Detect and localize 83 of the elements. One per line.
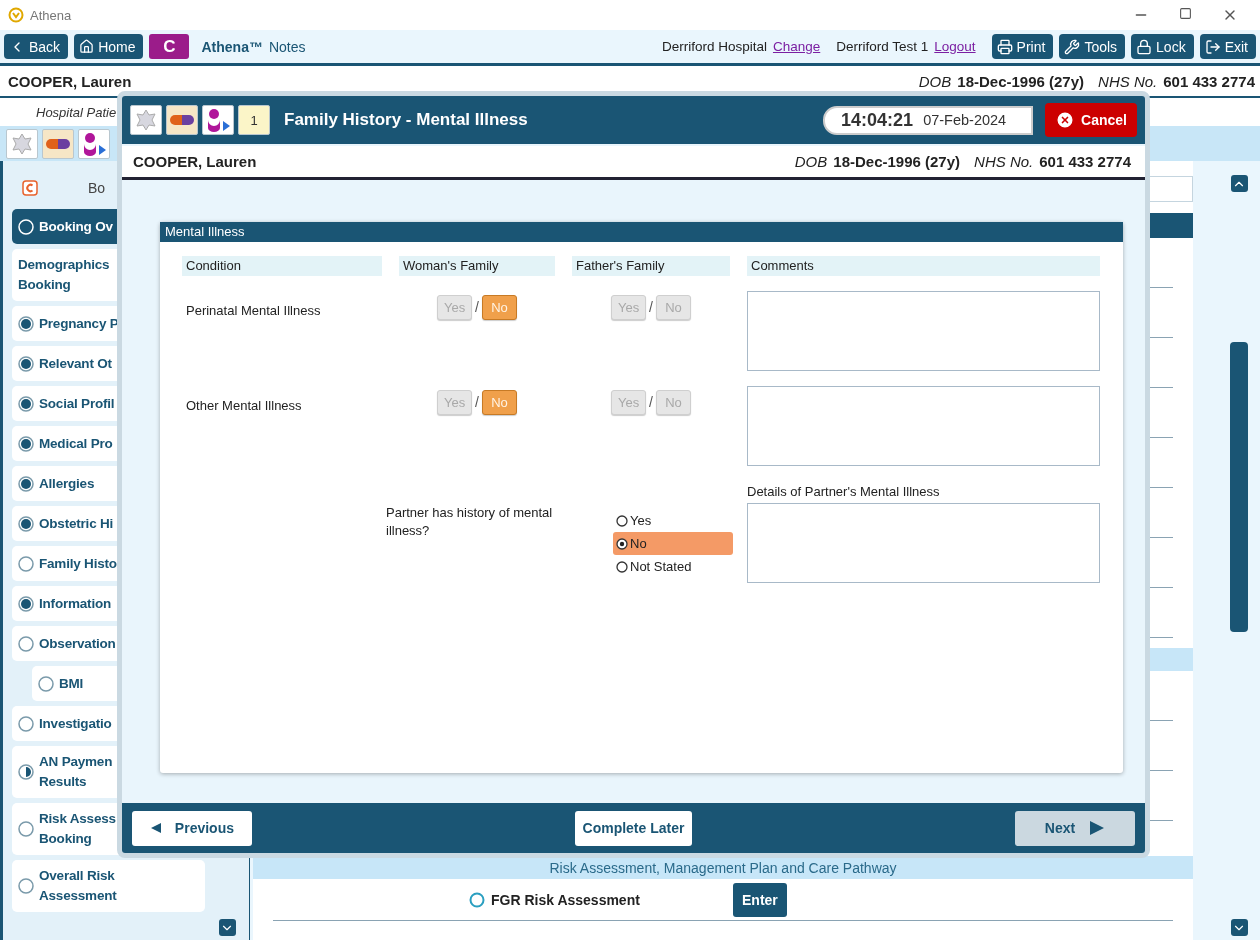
patient-subline: Hospital Patie (36, 104, 117, 120)
sidebar-item[interactable]: Overall Risk Assessment (12, 860, 205, 912)
toolbar-button[interactable]: Exit (1199, 34, 1256, 59)
pill-icon (45, 137, 71, 150)
toolbar-button[interactable]: Print (991, 34, 1054, 59)
radio-option[interactable]: Not Stated (613, 555, 733, 578)
dob-label: DOB (794, 153, 828, 170)
comments-field[interactable] (747, 291, 1100, 371)
user-text: Derriford Test 1 (836, 39, 929, 54)
person-arrow-icon (81, 131, 107, 156)
scroll-down-button[interactable] (218, 919, 236, 936)
card-title: Mental Illness (160, 222, 1123, 242)
patient-button[interactable] (78, 128, 110, 159)
nhs-number: 601 433 2774 (1163, 72, 1255, 90)
date-text: 07-Feb-2024 (923, 112, 1007, 128)
dob-value: 18-Dec-1996 (27y) (957, 72, 1085, 90)
column-header: Comments (747, 256, 1100, 276)
maximize-icon[interactable] (1179, 7, 1192, 20)
separator-text: / (649, 299, 653, 315)
radio-icon (469, 891, 485, 908)
app-suffix: Notes (268, 38, 306, 55)
right-triangle-icon (1089, 820, 1106, 836)
time-text: 14:04:21 (841, 109, 914, 131)
toolbar-button[interactable]: Lock (1131, 34, 1194, 59)
change-link[interactable]: Change (772, 39, 821, 54)
column-header: Father's Family (572, 256, 730, 276)
dob-value: 18-Dec-1996 (27y) (833, 153, 961, 170)
separator-text: / (475, 299, 479, 315)
wrench-icon (1064, 38, 1081, 55)
toolbar-button[interactable]: Tools (1059, 34, 1126, 59)
app-name: Athena™ (201, 38, 263, 55)
separator-text: / (475, 394, 479, 410)
nhs-label: NHS No. (1098, 72, 1158, 90)
comments-field[interactable] (747, 386, 1100, 466)
puzzle-piece-icon (134, 109, 158, 131)
app-badge[interactable]: C (149, 34, 190, 59)
partner-question: Partner has history of mental illness? (386, 504, 554, 540)
dob-label: DOB (918, 72, 952, 90)
lock-icon (1136, 38, 1153, 55)
details-label: Details of Partner's Mental Illness (747, 484, 941, 499)
scroll-down-button[interactable] (1230, 919, 1248, 936)
patient-button[interactable] (202, 105, 234, 135)
person-arrow-icon (205, 108, 231, 132)
c-logo-icon (22, 179, 38, 196)
radio-icon (616, 537, 628, 550)
logout-link[interactable]: Logout (934, 39, 976, 54)
notes-button[interactable]: 1 (238, 105, 270, 135)
complete-later-button[interactable]: Complete Later (574, 810, 693, 846)
separator-text: / (649, 394, 653, 410)
sidebar-heading: Bo (88, 179, 106, 196)
nhs-label: NHS No. (974, 153, 1034, 170)
medication-button[interactable] (166, 105, 198, 135)
home-icon (79, 39, 95, 54)
back-button[interactable]: Back (4, 34, 69, 59)
details-field[interactable] (747, 503, 1100, 583)
patient-name: COOPER, Lauren (8, 72, 132, 90)
scroll-up-button[interactable] (1230, 175, 1248, 192)
column-header: Condition (182, 256, 382, 276)
radio-icon (616, 514, 628, 527)
app-logo-icon (8, 7, 24, 23)
dialog-title: Family History - Mental Illness (284, 110, 528, 130)
close-circle-icon (1055, 110, 1076, 130)
home-button[interactable]: Home (74, 34, 144, 59)
nhs-number: 601 433 2774 (1039, 153, 1131, 170)
column-header: Woman's Family (399, 256, 555, 276)
pill-icon (169, 114, 195, 126)
left-triangle-icon (150, 820, 161, 836)
previous-button[interactable]: Previous (132, 810, 252, 846)
patient-name: COOPER, Lauren (133, 153, 257, 170)
row-label: FGR Risk Assessment (491, 891, 641, 908)
cancel-button[interactable]: Cancel (1045, 103, 1137, 137)
radio-option[interactable]: Yes (613, 509, 733, 532)
medication-button[interactable] (42, 128, 74, 159)
location-text: Derriford Hospital (661, 39, 767, 54)
printer-icon (996, 38, 1013, 55)
enter-button[interactable]: Enter (733, 882, 787, 917)
radio-option[interactable]: No (613, 532, 733, 555)
scrollbar-thumb[interactable] (1230, 342, 1248, 632)
section-heading: Risk Assessment, Management Plan and Care Pathway (549, 859, 897, 876)
window-title: Athena (30, 7, 72, 23)
exit-icon (1204, 38, 1221, 55)
radio-icon (616, 560, 628, 573)
puzzle-piece-icon (10, 132, 34, 155)
